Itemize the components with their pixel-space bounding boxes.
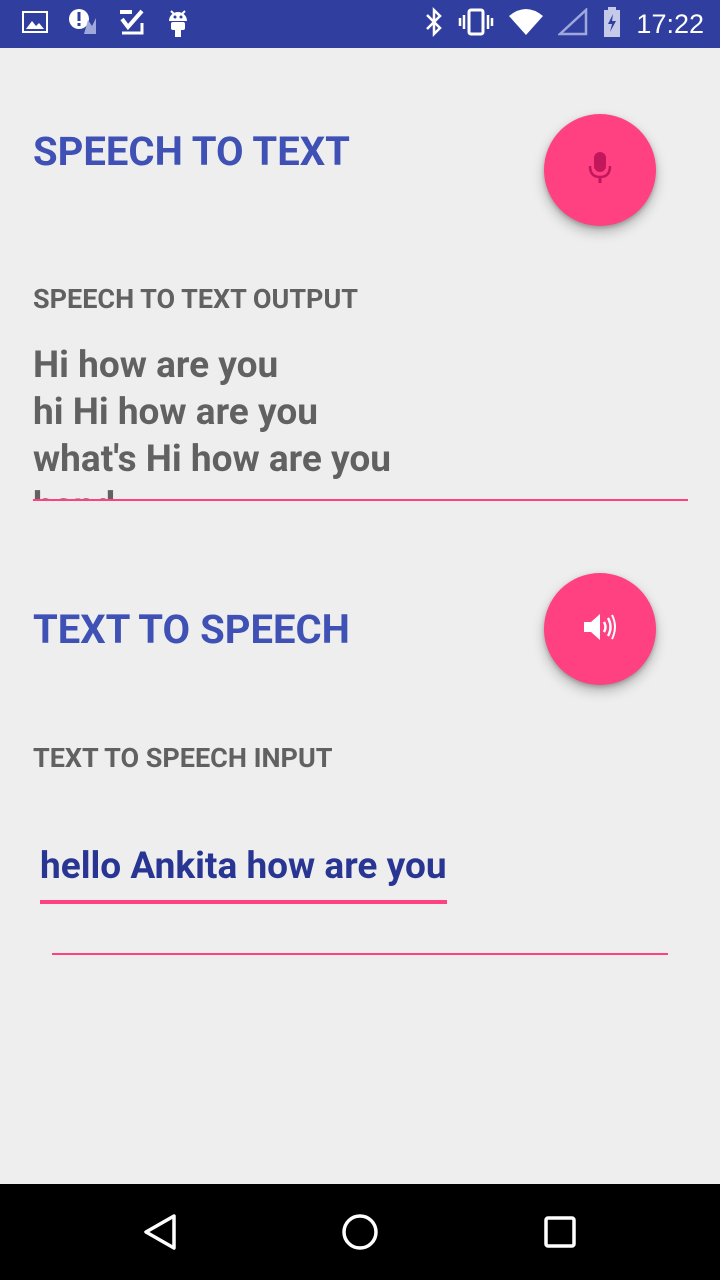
check-icon — [118, 9, 146, 39]
tts-input-value: hello Ankita how are you — [40, 845, 447, 888]
image-icon — [22, 10, 48, 38]
speech-output-label: SPEECH TO TEXT OUTPUT — [33, 283, 358, 315]
alert-icon — [68, 8, 98, 40]
output-line: Hi how are you — [33, 344, 279, 387]
recents-button[interactable] — [536, 1208, 584, 1256]
home-icon — [336, 1214, 384, 1260]
speak-button[interactable] — [544, 573, 656, 685]
back-button[interactable] — [136, 1208, 184, 1256]
navigation-bar — [0, 1184, 720, 1280]
wifi-icon — [508, 8, 544, 40]
system-icons: 17:22 — [424, 6, 704, 42]
home-button[interactable] — [336, 1208, 384, 1256]
battery-icon — [602, 6, 622, 42]
recents-icon — [536, 1216, 584, 1260]
tts-input-label: TEXT TO SPEECH INPUT — [33, 742, 333, 774]
signal-icon — [557, 7, 588, 40]
bluetooth-icon — [424, 6, 444, 41]
output-line: what's Hi how are you — [33, 438, 392, 481]
text-to-speech-title: TEXT TO SPEECH — [33, 606, 350, 653]
clock: 17:22 — [636, 8, 704, 39]
output-line: hand — [33, 483, 688, 499]
empty-input-underline[interactable] — [52, 953, 668, 955]
mic-icon — [588, 150, 612, 190]
speech-to-text-title: SPEECH TO TEXT — [33, 128, 350, 175]
vibrate-icon — [458, 7, 494, 41]
status-bar: 17:22 — [0, 0, 720, 48]
android-icon — [166, 7, 190, 41]
speech-output-field[interactable]: Hi how are you hi Hi how are you what's … — [33, 342, 688, 501]
tts-input-field[interactable]: hello Ankita how are you — [40, 836, 447, 904]
speaker-icon — [582, 610, 618, 648]
notification-icons — [22, 7, 190, 41]
microphone-button[interactable] — [544, 114, 656, 226]
back-icon — [136, 1214, 184, 1260]
output-line: hi Hi how are you — [33, 391, 318, 434]
